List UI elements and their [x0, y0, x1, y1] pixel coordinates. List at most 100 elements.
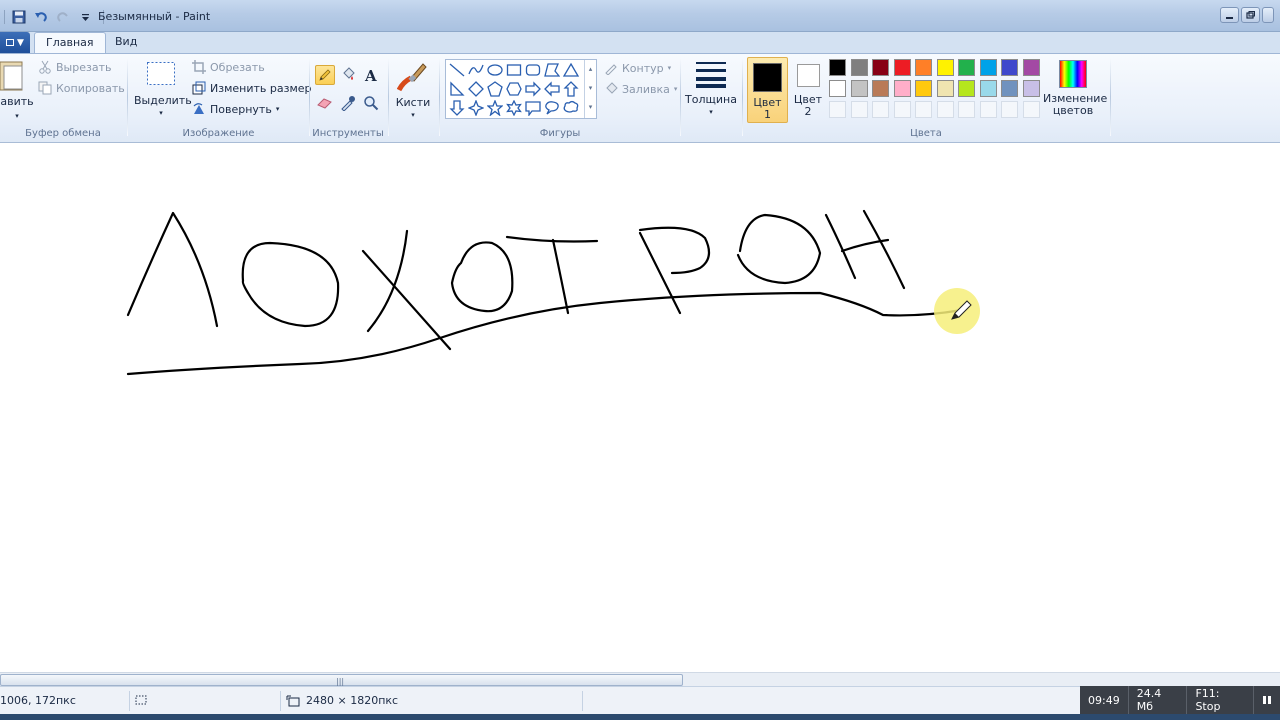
palette-custom-slot[interactable] [936, 101, 954, 118]
up-arrow-shape-icon[interactable] [562, 80, 580, 98]
color1-button[interactable]: Цвет 1 [747, 57, 788, 123]
palette-custom-slot[interactable] [829, 101, 846, 118]
palette-swatch[interactable] [829, 59, 846, 76]
resize-button[interactable]: Изменить размер [192, 81, 312, 95]
svg-text:A: A [364, 67, 377, 83]
scrollbar-thumb[interactable]: ||| [0, 674, 683, 686]
palette-swatch[interactable] [893, 80, 911, 97]
fill-button[interactable]: Заливка ▾ [604, 82, 677, 96]
ribbon-separator [127, 58, 128, 136]
rectangle-shape-icon[interactable] [505, 61, 523, 79]
status-separator [129, 691, 130, 711]
four-point-star-shape-icon[interactable] [467, 99, 485, 117]
palette-swatch[interactable] [1001, 59, 1018, 76]
right-triangle-shape-icon[interactable] [448, 80, 466, 98]
oval-shape-icon[interactable] [486, 61, 504, 79]
redo-icon[interactable] [55, 9, 71, 25]
tab-home[interactable]: Главная [34, 32, 106, 54]
outline-button[interactable]: Контур ▾ [604, 61, 671, 75]
diamond-shape-icon[interactable] [467, 80, 485, 98]
six-point-star-shape-icon[interactable] [505, 99, 523, 117]
shapes-gallery: ▴ ▾ ▾ [445, 59, 597, 119]
magnifier-icon[interactable] [361, 93, 381, 113]
stroke-letter-o3 [736, 213, 822, 285]
palette-swatch[interactable] [958, 59, 975, 76]
palette-custom-slot[interactable] [958, 101, 975, 118]
color2-button[interactable]: Цвет 2 [792, 57, 824, 123]
rounded-rectangle-shape-icon[interactable] [524, 61, 542, 79]
stroke-letter-n-left [824, 213, 857, 280]
palette-swatch[interactable] [915, 59, 932, 76]
palette-custom-slot[interactable] [1022, 101, 1040, 118]
palette-swatch[interactable] [958, 80, 975, 97]
pencil-icon[interactable] [315, 65, 335, 85]
save-icon[interactable] [11, 9, 27, 25]
palette-custom-slot[interactable] [893, 101, 911, 118]
palette-custom-slot[interactable] [1001, 101, 1018, 118]
shapes-scroll[interactable]: ▴ ▾ ▾ [584, 60, 596, 118]
recording-stop[interactable]: F11: Stop [1187, 686, 1254, 714]
line-shape-icon[interactable] [448, 61, 466, 79]
palette-swatch[interactable] [979, 80, 997, 97]
file-menu-button[interactable]: ▼ [0, 32, 30, 53]
palette-custom-slot[interactable] [850, 101, 868, 118]
rotate-button[interactable]: Повернуть ▾ [192, 102, 279, 116]
rotate-label: Повернуть [210, 102, 272, 116]
five-point-star-shape-icon[interactable] [486, 99, 504, 117]
palette-swatch[interactable] [936, 59, 954, 76]
palette-swatch[interactable] [872, 59, 889, 76]
triangle-shape-icon[interactable] [562, 61, 580, 79]
curve-shape-icon[interactable] [467, 61, 485, 79]
stroke-letter-t-top [505, 235, 599, 243]
palette-swatch[interactable] [1022, 59, 1040, 76]
stroke-letter-r-bowl [638, 226, 711, 275]
left-arrow-shape-icon[interactable] [543, 80, 561, 98]
select-dropdown-icon: ▾ [159, 109, 163, 117]
resize-icon [192, 81, 206, 95]
crop-button[interactable]: Обрезать [192, 60, 265, 74]
right-arrow-shape-icon[interactable] [524, 80, 542, 98]
fill-icon[interactable] [338, 65, 358, 85]
palette-swatch[interactable] [1022, 80, 1040, 97]
edit-colors-button[interactable]: Изменение цветов [1043, 60, 1107, 117]
oval-callout-shape-icon[interactable] [543, 99, 561, 117]
cut-label: Вырезать [56, 60, 112, 74]
palette-swatch[interactable] [850, 80, 868, 97]
color-picker-icon[interactable] [338, 93, 358, 113]
pause-icon[interactable] [1254, 686, 1280, 714]
palette-swatch[interactable] [893, 59, 911, 76]
brushes-button[interactable]: Кисти ▾ [392, 60, 434, 121]
polygon-shape-icon[interactable] [543, 61, 561, 79]
rect-callout-shape-icon[interactable] [524, 99, 542, 117]
cloud-callout-shape-icon[interactable] [562, 99, 580, 117]
tab-view[interactable]: Вид [104, 32, 148, 53]
palette-custom-slot[interactable] [872, 101, 889, 118]
qat-dropdown-icon[interactable] [77, 9, 93, 25]
down-arrow-shape-icon[interactable] [448, 99, 466, 117]
close-button[interactable] [1262, 7, 1274, 23]
palette-swatch[interactable] [829, 80, 846, 97]
hexagon-shape-icon[interactable] [505, 80, 523, 98]
eraser-icon[interactable] [315, 93, 335, 113]
palette-swatch[interactable] [1001, 80, 1018, 97]
drawing-canvas[interactable] [0, 143, 1280, 672]
palette-swatch[interactable] [979, 59, 997, 76]
scrollbar-grip-icon: ||| [336, 677, 345, 686]
maximize-button[interactable] [1241, 7, 1260, 23]
select-button[interactable]: Выделить ▾ [134, 60, 192, 119]
copy-button[interactable]: Копировать [38, 81, 125, 95]
size-button[interactable]: Толщина ▾ [684, 60, 738, 118]
palette-swatch[interactable] [915, 80, 932, 97]
undo-icon[interactable] [33, 9, 49, 25]
palette-swatch[interactable] [850, 59, 868, 76]
paste-button[interactable]: авить ▾ [0, 60, 34, 122]
palette-swatch[interactable] [872, 80, 889, 97]
cut-button[interactable]: Вырезать [38, 60, 111, 74]
palette-custom-slot[interactable] [979, 101, 997, 118]
text-icon[interactable]: A [361, 65, 381, 85]
horizontal-scrollbar[interactable]: ||| [0, 672, 1280, 686]
palette-custom-slot[interactable] [915, 101, 932, 118]
pentagon-shape-icon[interactable] [486, 80, 504, 98]
minimize-button[interactable] [1220, 7, 1239, 23]
palette-swatch[interactable] [936, 80, 954, 97]
